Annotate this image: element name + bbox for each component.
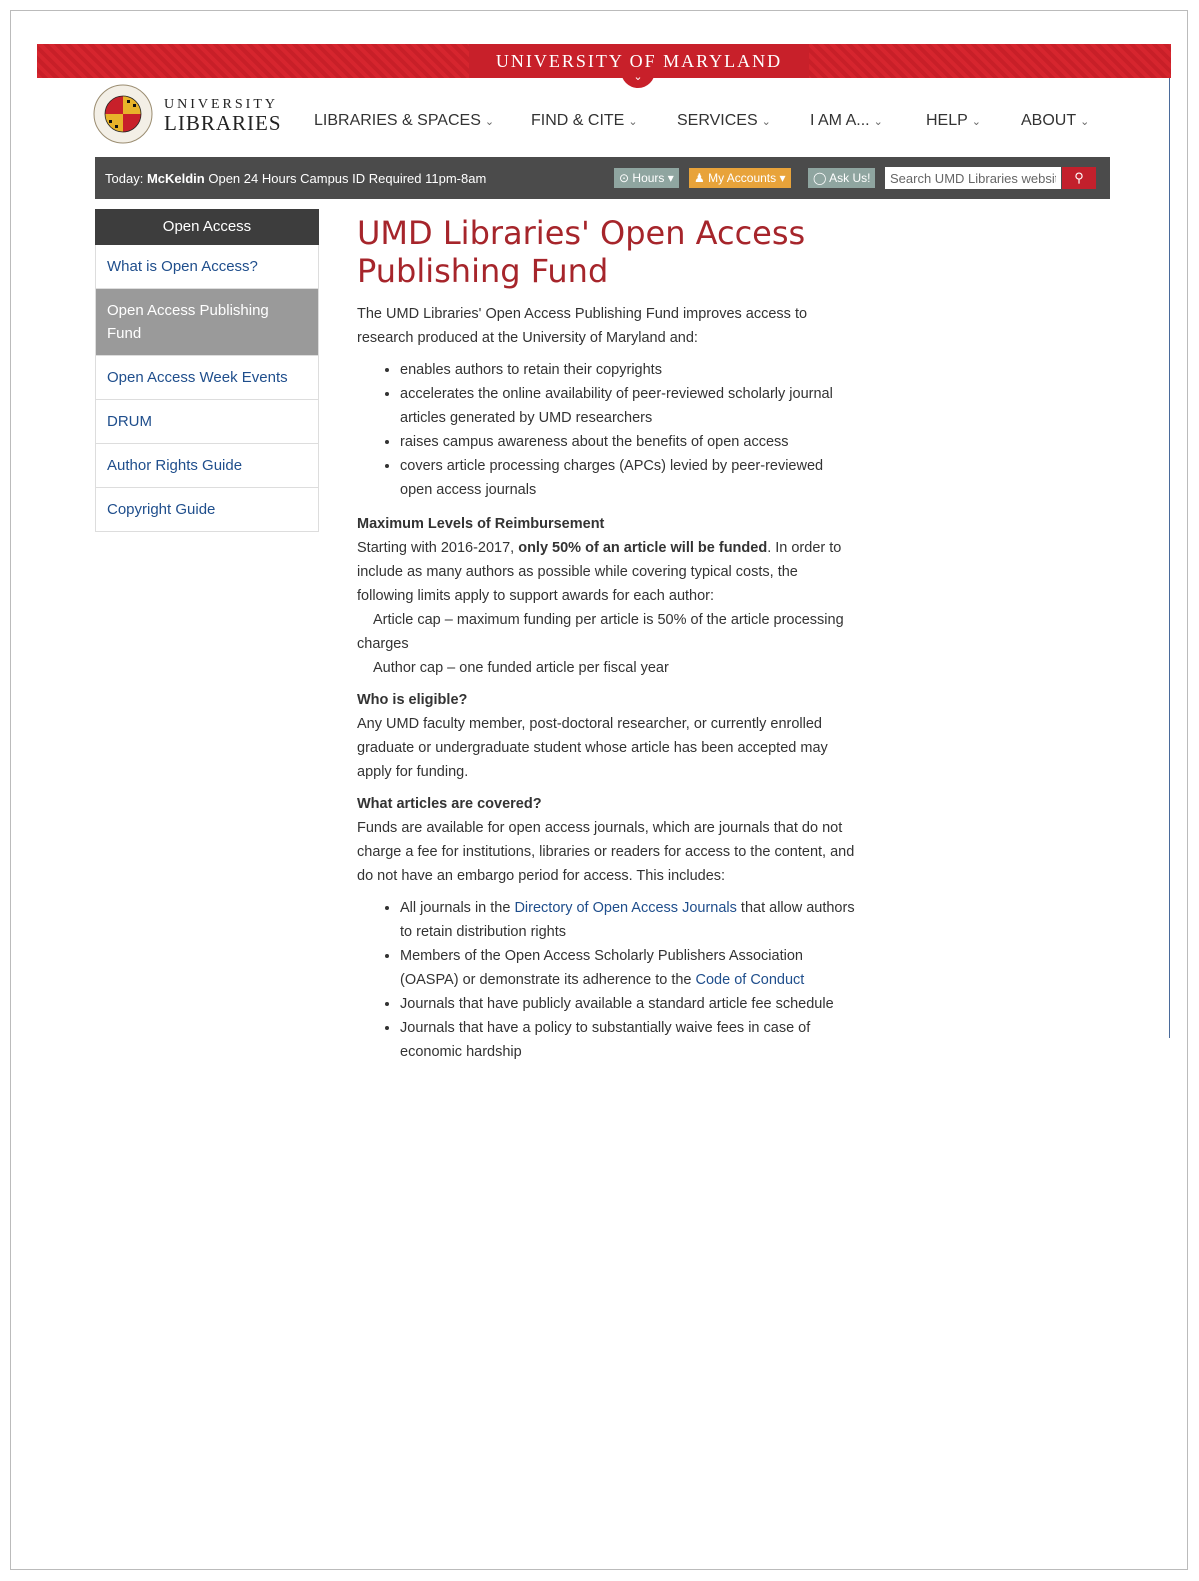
c1-pre: All journals in the	[400, 900, 515, 916]
reimb-bold: only 50% of an article will be funded	[518, 540, 768, 556]
today-hours: Today: McKeldin Open 24 Hours Campus ID …	[105, 171, 486, 186]
sidebar-item-copyright-guide[interactable]: Copyright Guide	[96, 488, 318, 531]
chevron-down-icon: ⌄	[761, 116, 771, 128]
clock-icon: ⊙	[619, 171, 630, 185]
sidebar: Open Access What is Open Access? Open Ac…	[95, 209, 319, 532]
nav-about[interactable]: ABOUT ⌄	[1021, 112, 1089, 130]
hours-button[interactable]: ⊙ Hours ▾	[614, 168, 679, 188]
chevron-down-icon: ⌄	[628, 116, 638, 128]
doaj-link[interactable]: Directory of Open Access Journals	[514, 900, 736, 916]
ask-label: Ask Us!	[829, 171, 871, 185]
chevron-down-icon: ⌄	[873, 116, 883, 128]
nav-label: I AM A...	[810, 112, 870, 129]
my-accounts-button[interactable]: ♟ My Accounts ▾	[689, 168, 791, 188]
nav-libraries-spaces[interactable]: LIBRARIES & SPACES ⌄	[314, 112, 494, 130]
nav-label: ABOUT	[1021, 112, 1077, 129]
main-content: UMD Libraries' Open Access Publishing Fu…	[357, 214, 857, 1074]
list-item: Journals that have a policy to substanti…	[400, 1016, 857, 1064]
search-icon: ⚲	[1074, 170, 1084, 185]
chevron-down-icon: ⌄	[1080, 116, 1090, 128]
chat-bubble-icon: ◯	[813, 171, 827, 185]
eligibility-paragraph: Any UMD faculty member, post-doctoral re…	[357, 716, 828, 780]
covered-list: All journals in the Directory of Open Ac…	[357, 896, 857, 1064]
covered-heading: What articles are covered?	[357, 796, 542, 812]
reimbursement-paragraph: Starting with 2016-2017, only 50% of an …	[357, 536, 857, 608]
list-item: enables authors to retain their copyrigh…	[400, 358, 857, 382]
status-bar: Today: McKeldin Open 24 Hours Campus ID …	[95, 157, 1110, 199]
hours-label: Hours	[632, 171, 665, 185]
article-cap-text: Article cap – maximum funding per articl…	[357, 612, 844, 652]
intro-paragraph: The UMD Libraries' Open Access Publishin…	[357, 306, 808, 346]
benefits-list: enables authors to retain their copyrigh…	[357, 358, 857, 502]
page-edge-divider	[1169, 78, 1170, 1038]
sidebar-item-oa-week-events[interactable]: Open Access Week Events	[96, 356, 318, 400]
list-item: covers article processing charges (APCs)…	[400, 454, 857, 502]
brand-libraries[interactable]: LIBRARIES	[164, 111, 282, 136]
today-prefix: Today:	[105, 171, 144, 186]
list-item: raises campus awareness about the benefi…	[400, 430, 857, 454]
ask-us-button[interactable]: ◯ Ask Us!	[808, 168, 876, 188]
list-item: Members of the Open Access Scholarly Pub…	[400, 944, 857, 992]
today-location: McKeldin	[146, 171, 205, 186]
umd-banner: UNIVERSITY OF MARYLAND ⌄	[37, 44, 1171, 88]
code-of-conduct-link[interactable]: Code of Conduct	[696, 972, 805, 988]
sidebar-item-what-is-open-access[interactable]: What is Open Access?	[96, 245, 318, 289]
user-icon: ♟	[694, 171, 705, 185]
sidebar-item-drum[interactable]: DRUM	[96, 400, 318, 444]
caret-down-icon: ▾	[667, 171, 674, 185]
nav-label: HELP	[926, 112, 968, 129]
nav-services[interactable]: SERVICES ⌄	[677, 112, 771, 130]
nav-i-am-a[interactable]: I AM A... ⌄	[810, 112, 883, 130]
author-cap: Author cap – one funded article per fisc…	[373, 660, 669, 676]
accounts-label: My Accounts	[708, 171, 777, 185]
chevron-down-icon: ⌄	[971, 116, 982, 128]
nav-label: SERVICES	[677, 112, 758, 129]
list-item: Journals that have publicly available a …	[400, 992, 857, 1016]
reimb-pre: Starting with 2016-2017,	[357, 540, 519, 556]
search-input[interactable]	[885, 167, 1061, 189]
reimbursement-heading: Maximum Levels of Reimbursement	[357, 516, 605, 532]
page-title: UMD Libraries' Open Access Publishing Fu…	[357, 214, 806, 290]
sidebar-item-publishing-fund[interactable]: Open Access Publishing Fund	[96, 289, 318, 356]
search-button[interactable]: ⚲	[1062, 167, 1096, 189]
nav-find-cite[interactable]: FIND & CITE ⌄	[531, 112, 638, 130]
nav-help[interactable]: HELP ⌄	[926, 112, 981, 130]
caret-down-icon: ▾	[779, 171, 786, 185]
chevron-down-icon: ⌄	[484, 116, 495, 128]
sidebar-heading: Open Access	[95, 209, 319, 245]
list-item: accelerates the online availability of p…	[400, 382, 857, 430]
eligibility-heading: Who is eligible?	[357, 692, 468, 708]
sidebar-item-author-rights-guide[interactable]: Author Rights Guide	[96, 444, 318, 488]
nav-label: FIND & CITE	[531, 112, 625, 129]
umd-seal-logo[interactable]	[93, 84, 153, 144]
nav-label: LIBRARIES & SPACES	[314, 112, 481, 129]
article-cap: Article cap – maximum funding per articl…	[357, 608, 857, 656]
covered-paragraph: Funds are available for open access jour…	[357, 820, 855, 884]
list-item: All journals in the Directory of Open Ac…	[400, 896, 857, 944]
today-hours-text: Open 24 Hours Campus ID Required 11pm-8a…	[208, 171, 487, 186]
